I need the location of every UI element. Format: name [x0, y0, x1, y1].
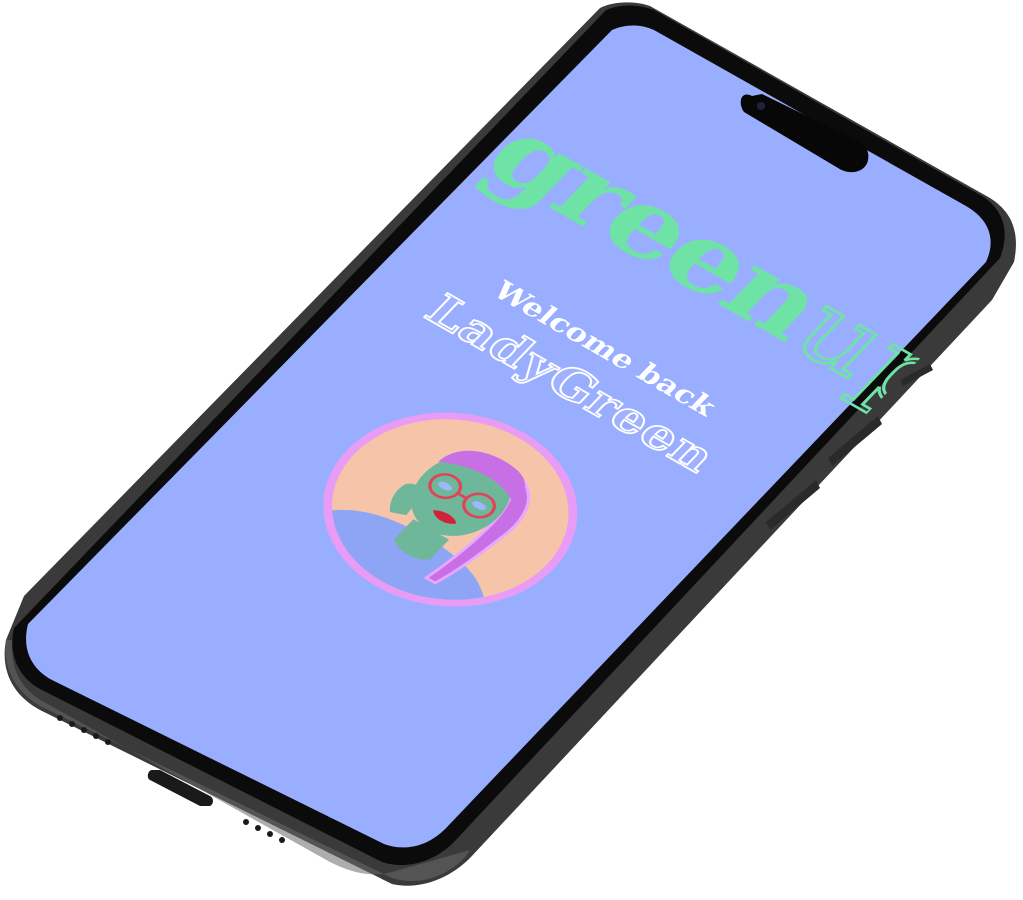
front-camera-icon [757, 102, 765, 110]
phone-mockup: greenup Welcome back LadyGreen [0, 0, 1023, 900]
mockup-stage: greenup Welcome back LadyGreen [0, 0, 1023, 900]
